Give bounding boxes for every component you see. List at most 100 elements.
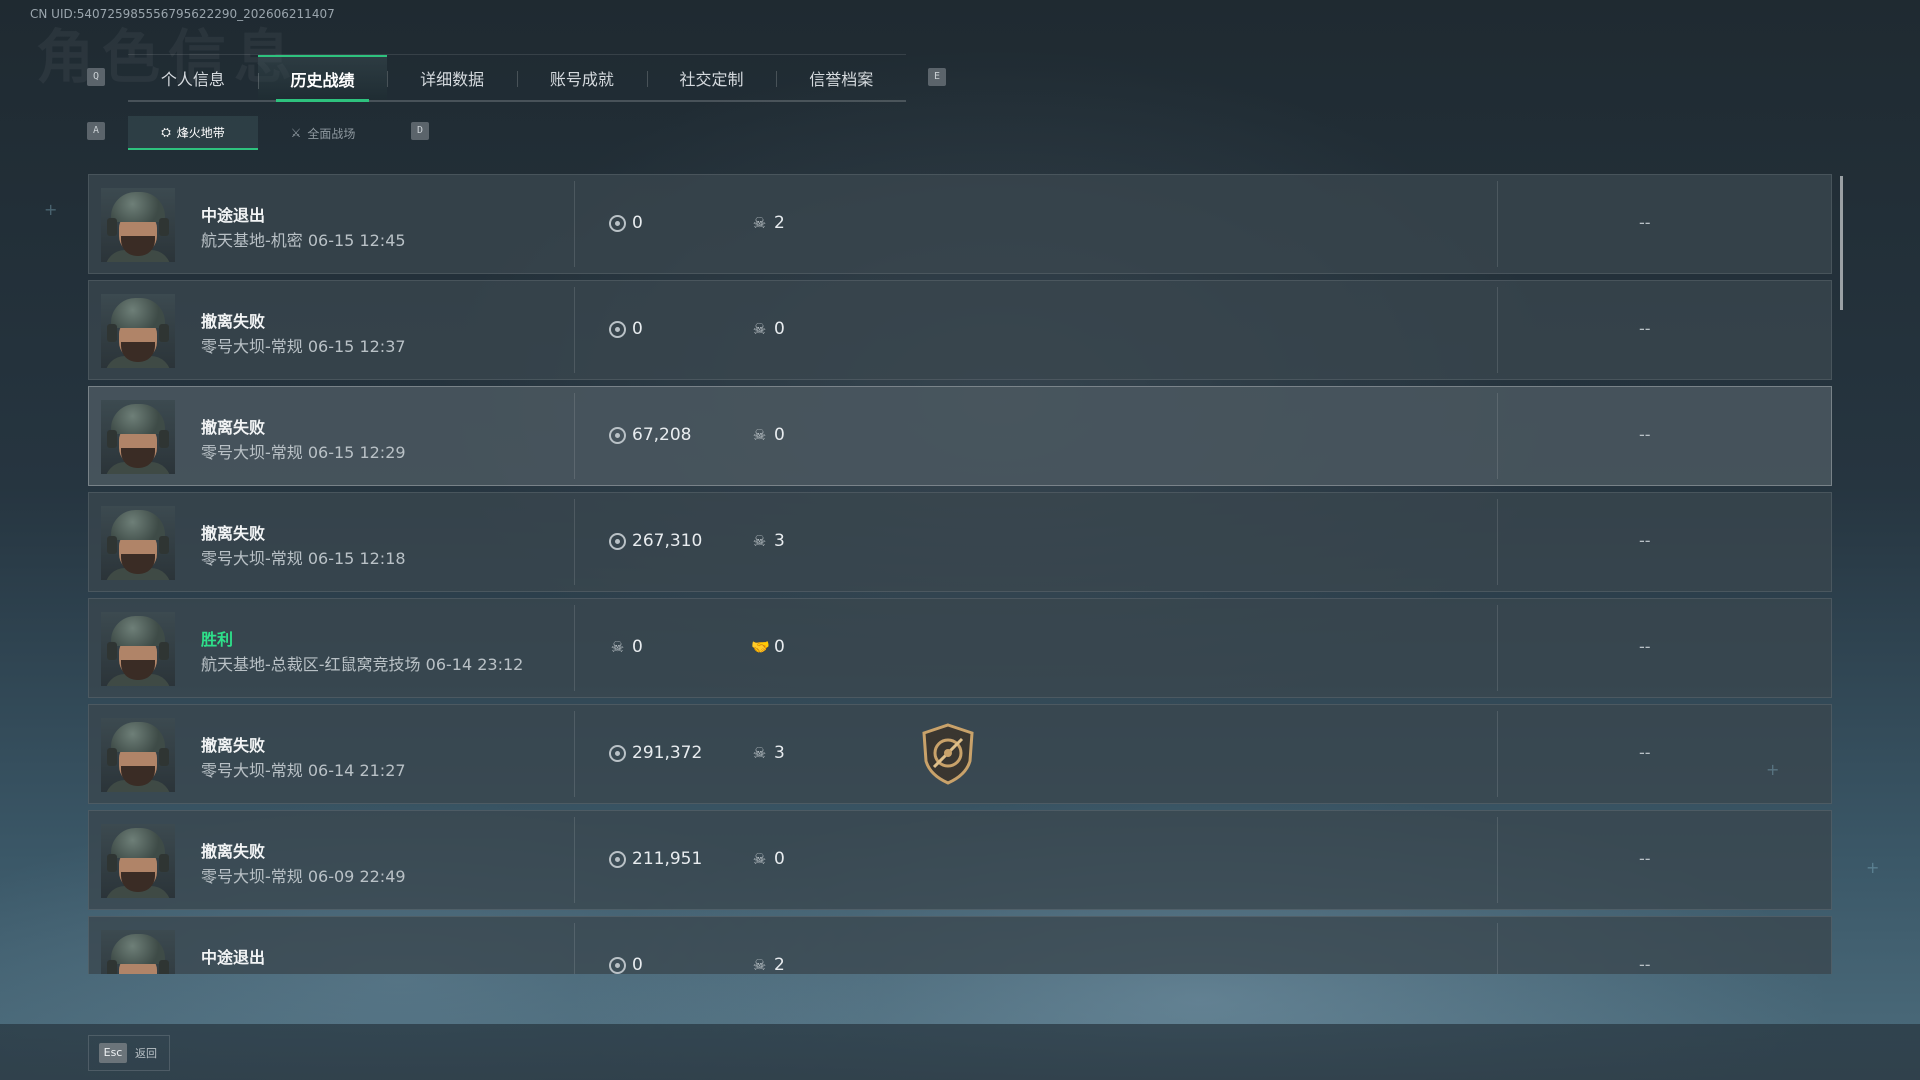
extra-value: -- <box>1639 743 1651 762</box>
coin-icon <box>609 532 626 550</box>
stat-secondary: ☠ 3 <box>751 743 785 763</box>
mode-subtabs: ⛭ 烽火地带 ⚔ 全面战场 <box>128 116 388 150</box>
skull-icon: ☠ <box>752 956 767 974</box>
match-result: 中途退出 <box>201 948 266 967</box>
match-map-time: 零号大坝-常规 06-09 22:49 <box>201 867 406 886</box>
prev-tab-key[interactable]: Q <box>87 68 105 86</box>
match-map-time: 零号大坝-常规 06-15 12:29 <box>201 443 406 462</box>
skull-icon: ☠ <box>752 426 767 444</box>
match-result: 胜利 <box>201 630 234 649</box>
subtab-fire-zone[interactable]: ⛭ 烽火地带 <box>128 116 258 150</box>
match-map-time: 零号大坝-常规 06-15 12:37 <box>201 337 406 356</box>
skull-icon: ☠ <box>752 214 767 232</box>
column-divider <box>574 393 575 479</box>
decor-plus: + <box>44 200 58 219</box>
stat-primary: ☠ 0 <box>609 637 643 657</box>
operator-avatar <box>101 400 175 474</box>
match-record-row[interactable]: 撤离失败 零号大坝-常规 06-15 12:29 67,208 ☠ 0 -- <box>88 386 1832 486</box>
decor-plus: + <box>1866 858 1880 877</box>
stat-secondary-value: 0 <box>774 637 785 657</box>
stat-primary-value: 67,208 <box>632 425 692 445</box>
stat-primary: 291,372 <box>609 743 702 763</box>
extra-value: -- <box>1639 637 1651 656</box>
tab-social-custom[interactable]: 社交定制 <box>646 55 777 100</box>
stat-secondary-value: 2 <box>774 213 785 233</box>
list-scrollbar[interactable] <box>1840 176 1843 310</box>
stat-primary: 267,310 <box>609 531 702 551</box>
stat-secondary: ☠ 0 <box>751 425 785 445</box>
match-record-row[interactable]: 撤离失败零号大坝-常规 06-15 12:18 267,310 ☠ 3 -- <box>88 492 1832 592</box>
skull-icon: ☠ <box>752 744 767 762</box>
coin-icon <box>609 956 626 974</box>
match-record-row[interactable]: 中途退出 航天基地-机密 06-15 12:45 0 ☠ 2 -- <box>88 174 1832 274</box>
operator-avatar <box>101 612 175 686</box>
match-map-time: 零号大坝-常规 06-15 12:18 <box>201 549 406 568</box>
back-button[interactable]: Esc 返回 <box>88 1035 170 1071</box>
match-record-row[interactable]: 撤离失败 零号大坝-常规 06-14 21:27 291,372 ☠ 3 -- <box>88 704 1832 804</box>
match-record-row[interactable]: 中途退出航天基地-机密 06-09 18:43 0 ☠2 -- <box>88 916 1832 974</box>
skull-icon: ☠ <box>752 850 767 868</box>
stat-primary-value: 0 <box>632 955 643 974</box>
operator-avatar <box>101 188 175 262</box>
column-divider <box>574 817 575 903</box>
next-tab-key[interactable]: E <box>928 68 946 86</box>
stat-secondary-value: 0 <box>774 319 785 339</box>
stat-primary: 67,208 <box>609 425 691 445</box>
match-record-row[interactable]: 撤离失败 零号大坝-常规 06-15 12:37 0 ☠ 0 -- <box>88 280 1832 380</box>
tab-match-history[interactable]: 历史战绩 <box>257 55 388 102</box>
fire-zone-icon: ⛭ <box>161 124 171 139</box>
operator-avatar <box>101 294 175 368</box>
extra-value: -- <box>1639 213 1651 232</box>
extra-value: -- <box>1639 531 1651 550</box>
match-record-row[interactable]: 胜利 航天基地-总裁区-红鼠窝竞技场 06-14 23:12 ☠ 0 🤝 0 -- <box>88 598 1832 698</box>
extra-value: -- <box>1639 425 1651 444</box>
skull-icon: ☠ <box>752 532 767 550</box>
extra-value: -- <box>1639 319 1651 338</box>
stat-secondary: ☠ 2 <box>751 955 785 974</box>
operator-avatar <box>101 506 175 580</box>
column-divider <box>574 287 575 373</box>
stat-secondary-value: 0 <box>774 425 785 445</box>
next-subtab-key[interactable]: D <box>411 122 429 140</box>
back-label: 返回 <box>135 1047 157 1060</box>
decor-plus: + <box>1766 760 1780 779</box>
extra-value: -- <box>1639 955 1651 974</box>
column-divider <box>1497 605 1498 691</box>
column-divider <box>574 711 575 797</box>
stat-primary-value: 211,951 <box>632 849 703 869</box>
operator-avatar <box>101 930 175 974</box>
column-divider <box>1497 287 1498 373</box>
match-result: 中途退出 <box>201 206 266 225</box>
prev-subtab-key[interactable]: A <box>87 122 105 140</box>
skull-icon: ☠ <box>610 638 625 656</box>
skull-icon: ☠ <box>752 320 767 338</box>
coin-icon <box>609 320 626 338</box>
operator-avatar <box>101 824 175 898</box>
operator-avatar <box>101 718 175 792</box>
match-result: 撤离失败 <box>201 524 266 543</box>
stat-secondary: ☠ 0 <box>751 319 785 339</box>
match-map-time: 航天基地-机密 06-15 12:45 <box>201 231 406 250</box>
stat-secondary: ☠ 3 <box>751 531 785 551</box>
match-map-time: 航天基地-机密 06-09 18:43 <box>201 969 406 974</box>
stat-secondary-value: 3 <box>774 743 785 763</box>
uid-label: CN UID:540725985556795622290_20260621140… <box>30 7 335 21</box>
achievement-badge-icon <box>920 723 976 785</box>
column-divider <box>1497 499 1498 585</box>
subtab-battlefield[interactable]: ⚔ 全面战场 <box>258 116 388 150</box>
stat-primary-value: 291,372 <box>632 743 703 763</box>
tab-reputation[interactable]: 信誉档案 <box>776 55 906 100</box>
column-divider <box>574 923 575 974</box>
column-divider <box>1497 817 1498 903</box>
match-record-row[interactable]: 撤离失败 零号大坝-常规 06-09 22:49 211,951 ☠ 0 -- <box>88 810 1832 910</box>
match-history-list[interactable]: 中途退出 航天基地-机密 06-15 12:45 0 ☠ 2 -- 撤离失败 零号大坝-常规 … <box>88 174 1832 974</box>
column-divider <box>1497 711 1498 797</box>
bottom-bar <box>0 1024 1920 1080</box>
tab-personal-info[interactable]: 个人信息 <box>128 55 258 100</box>
tab-achievements[interactable]: 账号成就 <box>517 55 647 100</box>
coin-icon <box>609 426 626 444</box>
match-result: 撤离失败 <box>201 418 266 437</box>
tab-detailed-data[interactable]: 详细数据 <box>387 55 517 100</box>
stat-secondary-value: 0 <box>774 849 785 869</box>
column-divider <box>1497 393 1498 479</box>
